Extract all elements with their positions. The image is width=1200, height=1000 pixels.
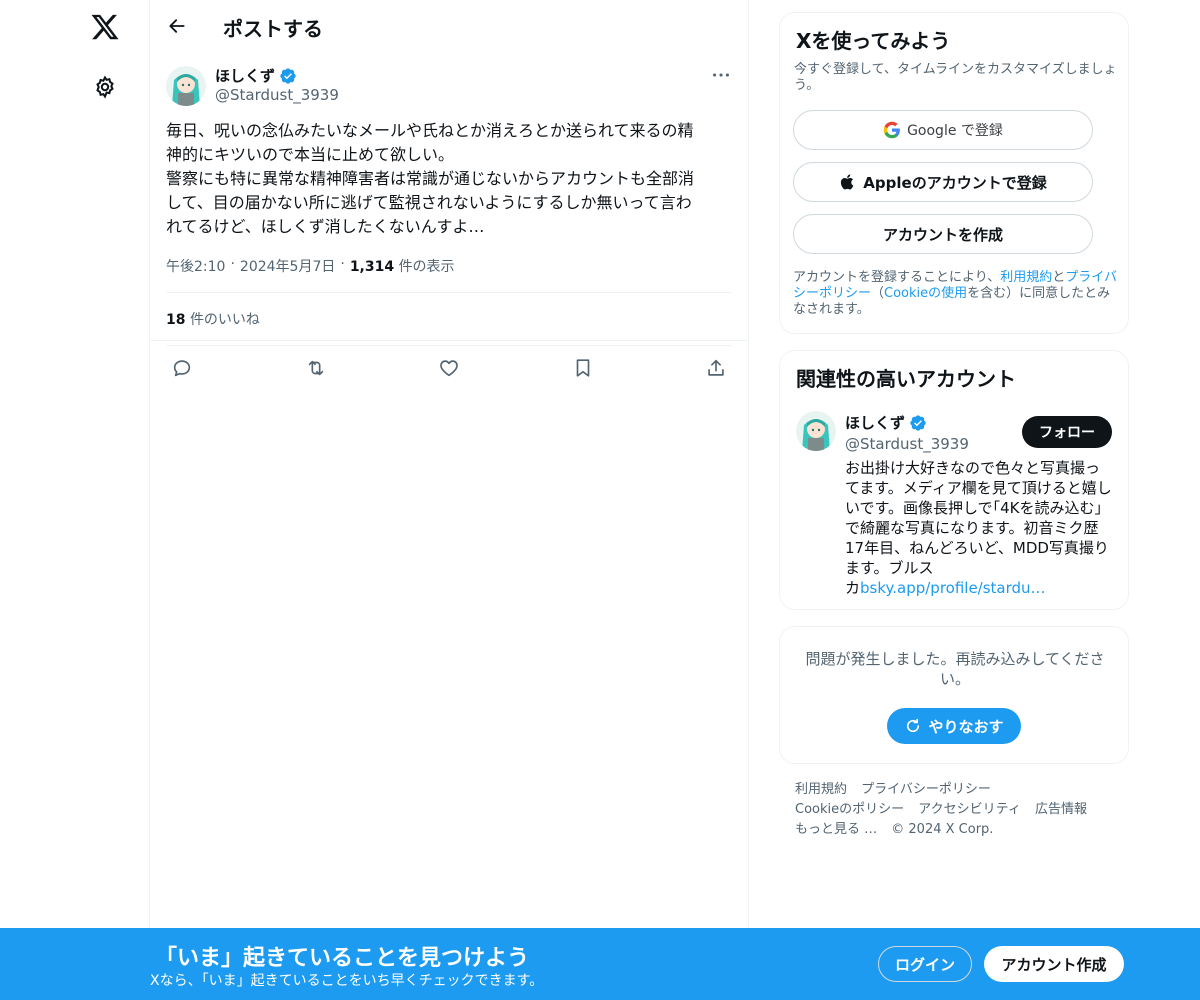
main-column: ポストする ほしくず @Stardust_3939 毎日、呪いの念仏みたいなメー… xyxy=(149,0,749,930)
signup-subtitle: 今すぐ登録して、タイムラインをカスタマイズしましょう。 xyxy=(794,62,1117,93)
terms-pre: アカウントを登録することにより、 xyxy=(793,270,1001,285)
related-account-handle[interactable]: @Stardust_3939 xyxy=(845,435,969,453)
verified-badge-icon xyxy=(279,67,297,85)
terms-and: と xyxy=(1052,270,1066,285)
signup-button[interactable]: アカウント作成 xyxy=(984,946,1124,982)
terms-link[interactable]: 利用規約 xyxy=(1000,270,1052,285)
google-icon xyxy=(883,121,901,139)
related-name-text[interactable]: ほしくず xyxy=(845,412,905,433)
error-card: 問題が発生しました。再読み込みしてください。 やりなおす xyxy=(779,626,1129,764)
more-options-icon[interactable] xyxy=(710,64,732,86)
post: ほしくず @Stardust_3939 毎日、呪いの念仏みたいなメールや氏ねとか… xyxy=(150,0,748,377)
apple-signup-label: Appleのアカウントで登録 xyxy=(863,173,1047,192)
footer-privacy-link[interactable]: プライバシーポリシー xyxy=(861,782,991,797)
retry-label: やりなおす xyxy=(928,717,1004,736)
bio-link[interactable]: bsky.app/profile/stardu… xyxy=(860,579,1046,597)
footer-more-link[interactable]: もっと見る … xyxy=(795,822,877,837)
settings-gear-icon[interactable] xyxy=(93,75,117,99)
avatar[interactable] xyxy=(796,411,836,451)
login-button[interactable]: ログイン xyxy=(878,946,972,982)
bookmark-icon[interactable] xyxy=(572,357,594,379)
avatar[interactable] xyxy=(166,66,206,106)
footer-terms-link[interactable]: 利用規約 xyxy=(795,782,847,797)
related-accounts-card: 関連性の高いアカウント ほしくず @Stardust_3939 フォロー お出掛… xyxy=(779,350,1129,610)
views-count: 1,314 xyxy=(349,259,395,275)
likes[interactable]: 18 件のいいね xyxy=(166,309,260,329)
divider xyxy=(166,345,732,346)
create-account-label: アカウントを作成 xyxy=(882,225,1003,244)
banner-subtitle: Xなら、「いま」起きていることをいち早くチェックできます。 xyxy=(150,973,544,989)
author-handle[interactable]: @Stardust_3939 xyxy=(215,86,339,104)
footer-ads-link[interactable]: 広告情報 xyxy=(1035,802,1087,817)
cookie-link[interactable]: Cookieの使用 xyxy=(884,286,967,301)
bio-text: お出掛け大好きなので色々と写真撮っ てます。メディア欄を見て頂けると嬉し いです… xyxy=(845,459,1112,597)
google-signup-button[interactable]: Google で登録 xyxy=(793,110,1093,150)
create-account-button[interactable]: アカウントを作成 xyxy=(793,214,1093,254)
retweet-icon[interactable] xyxy=(305,357,327,379)
footer-copyright: © 2024 X Corp. xyxy=(891,822,994,837)
apple-signup-button[interactable]: Appleのアカウントで登録 xyxy=(793,162,1093,202)
divider xyxy=(166,292,732,293)
left-nav xyxy=(0,0,150,1000)
x-logo-icon[interactable] xyxy=(90,12,120,42)
terms-mid: （ xyxy=(871,286,885,301)
follow-button[interactable]: フォロー xyxy=(1022,416,1112,448)
footer-links: 利用規約 プライバシーポリシー Cookieのポリシー アクセシビリティ 広告情… xyxy=(795,780,1115,840)
author-name[interactable]: ほしくず xyxy=(215,65,297,86)
error-message: 問題が発生しました。再読み込みしてください。 xyxy=(805,650,1105,688)
like-heart-icon[interactable] xyxy=(438,357,460,379)
terms-text: アカウントを登録することにより、利用規約とプライバシーポリシー（Cookieの使… xyxy=(793,270,1117,318)
views: 1,314 件の表示 xyxy=(350,256,455,276)
banner-title: 「いま」起きていることを見つけよう xyxy=(155,946,530,971)
post-time[interactable]: 午後2:10 xyxy=(166,256,225,276)
footer-cookie-link[interactable]: Cookieのポリシー xyxy=(795,802,904,817)
retry-button[interactable]: やりなおす xyxy=(887,708,1021,744)
apple-icon xyxy=(839,173,857,191)
likes-label: 件のいいね xyxy=(189,312,260,328)
related-title: 関連性の高いアカウント xyxy=(796,367,1016,391)
post-text: 毎日、呪いの念仏みたいなメールや氏ねとか消えろとか送られて来るの精 神的にキツい… xyxy=(166,121,695,236)
refresh-icon xyxy=(904,717,922,735)
signup-banner: 「いま」起きていることを見つけよう Xなら、「いま」起きていることをいち早くチェ… xyxy=(0,928,1200,1000)
signup-title: Xを使ってみよう xyxy=(796,29,951,53)
author-name-text[interactable]: ほしくず xyxy=(215,65,275,86)
google-signup-label: Google で登録 xyxy=(907,123,1003,139)
meta-separator: · xyxy=(340,256,345,272)
post-meta: 午後2:10 · 2024年5月7日 · 1,314 件の表示 xyxy=(166,256,455,276)
verified-badge-icon xyxy=(909,414,927,432)
footer-accessibility-link[interactable]: アクセシビリティ xyxy=(918,802,1021,817)
related-account-bio: お出掛け大好きなので色々と写真撮っ てます。メディア欄を見て頂けると嬉し いです… xyxy=(845,458,1115,598)
post-actions xyxy=(166,357,732,381)
signup-card: Xを使ってみよう 今すぐ登録して、タイムラインをカスタマイズしましょう。 Goo… xyxy=(779,12,1129,334)
views-label: 件の表示 xyxy=(398,259,455,275)
share-icon[interactable] xyxy=(705,357,727,379)
related-account-name[interactable]: ほしくず xyxy=(845,412,927,433)
reply-icon[interactable] xyxy=(171,357,193,379)
meta-separator: · xyxy=(230,256,235,272)
likes-count: 18 xyxy=(166,312,186,328)
post-date[interactable]: 2024年5月7日 xyxy=(240,256,335,276)
